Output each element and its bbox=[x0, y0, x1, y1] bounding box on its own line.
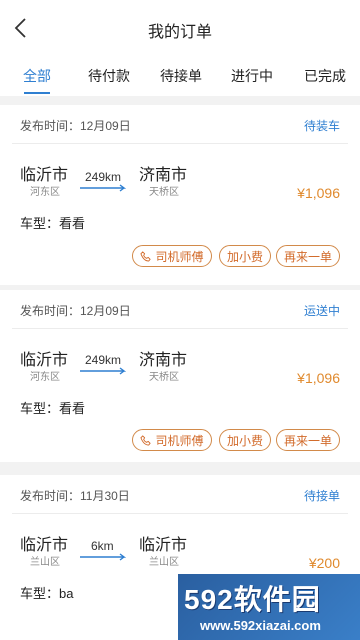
origin-city: 临沂市 bbox=[20, 537, 69, 554]
tab-all[interactable]: 全部 bbox=[23, 66, 51, 86]
page-title: 我的订单 bbox=[147, 24, 212, 41]
site-watermark: 592软件园 www.592xiazai.com bbox=[178, 574, 360, 640]
contact-driver-label: 司机师傅 bbox=[155, 249, 204, 264]
origin-district: 兰山区 bbox=[30, 557, 60, 568]
tab-pending-payment[interactable]: 待付款 bbox=[88, 66, 130, 86]
destination-district: 天桥区 bbox=[149, 372, 179, 383]
status-badge: 待装车 bbox=[303, 119, 340, 133]
car-type: 车型：看看 bbox=[20, 401, 86, 416]
publish-time: 发布时间：12月09日 bbox=[20, 304, 131, 318]
phone-icon bbox=[140, 250, 152, 262]
watermark-url: www.592xiazai.com bbox=[200, 618, 321, 633]
origin-city: 临沂市 bbox=[20, 167, 69, 184]
watermark-brand: 592软件园 bbox=[184, 584, 321, 615]
destination-district: 兰山区 bbox=[149, 557, 179, 568]
publish-time: 发布时间：11月30日 bbox=[20, 489, 130, 503]
route-arrow-icon bbox=[80, 184, 126, 192]
divider bbox=[12, 328, 348, 329]
order-card[interactable]: 发布时间：12月09日 待装车 临沂市 河东区 249km 济南市 天桥区 ¥1… bbox=[0, 105, 360, 285]
origin-city: 临沂市 bbox=[20, 352, 69, 369]
tab-pending-accept[interactable]: 待接单 bbox=[160, 66, 202, 86]
active-tab-indicator bbox=[24, 92, 50, 94]
destination-district: 天桥区 bbox=[149, 187, 179, 198]
origin-district: 河东区 bbox=[30, 372, 60, 383]
reorder-button[interactable]: 再来一单 bbox=[276, 429, 340, 451]
distance: 6km bbox=[91, 539, 114, 553]
destination-city: 济南市 bbox=[139, 167, 188, 184]
contact-driver-label: 司机师傅 bbox=[155, 433, 204, 448]
order-price: ¥1,096 bbox=[297, 185, 340, 201]
tab-completed[interactable]: 已完成 bbox=[304, 66, 346, 86]
status-badge: 待接单 bbox=[303, 489, 340, 503]
contact-driver-button[interactable]: 司机师傅 bbox=[132, 429, 212, 451]
divider bbox=[12, 513, 348, 514]
order-card[interactable]: 发布时间：12月09日 运送中 临沂市 河东区 249km 济南市 天桥区 ¥1… bbox=[0, 290, 360, 462]
distance: 249km bbox=[85, 170, 122, 184]
add-tip-button[interactable]: 加小费 bbox=[219, 245, 271, 267]
car-type: 车型：ba bbox=[20, 586, 74, 601]
car-type: 车型：看看 bbox=[20, 216, 86, 231]
order-price: ¥1,096 bbox=[297, 370, 340, 386]
app-header: 我的订单 bbox=[0, 0, 360, 58]
reorder-button[interactable]: 再来一单 bbox=[276, 245, 340, 267]
tab-in-progress[interactable]: 进行中 bbox=[231, 66, 273, 86]
route-arrow-icon bbox=[80, 553, 126, 561]
status-badge: 运送中 bbox=[303, 304, 340, 318]
order-price: ¥200 bbox=[308, 555, 340, 571]
phone-icon bbox=[140, 434, 152, 446]
destination-city: 济南市 bbox=[139, 352, 188, 369]
contact-driver-button[interactable]: 司机师傅 bbox=[132, 245, 212, 267]
publish-time: 发布时间：12月09日 bbox=[20, 119, 131, 133]
divider bbox=[12, 143, 348, 144]
destination-city: 临沂市 bbox=[139, 537, 188, 554]
add-tip-button[interactable]: 加小费 bbox=[219, 429, 271, 451]
distance: 249km bbox=[85, 353, 122, 367]
origin-district: 河东区 bbox=[30, 187, 60, 198]
order-tabs: 全部 待付款 待接单 进行中 已完成 bbox=[0, 58, 360, 96]
route-arrow-icon bbox=[80, 367, 126, 375]
